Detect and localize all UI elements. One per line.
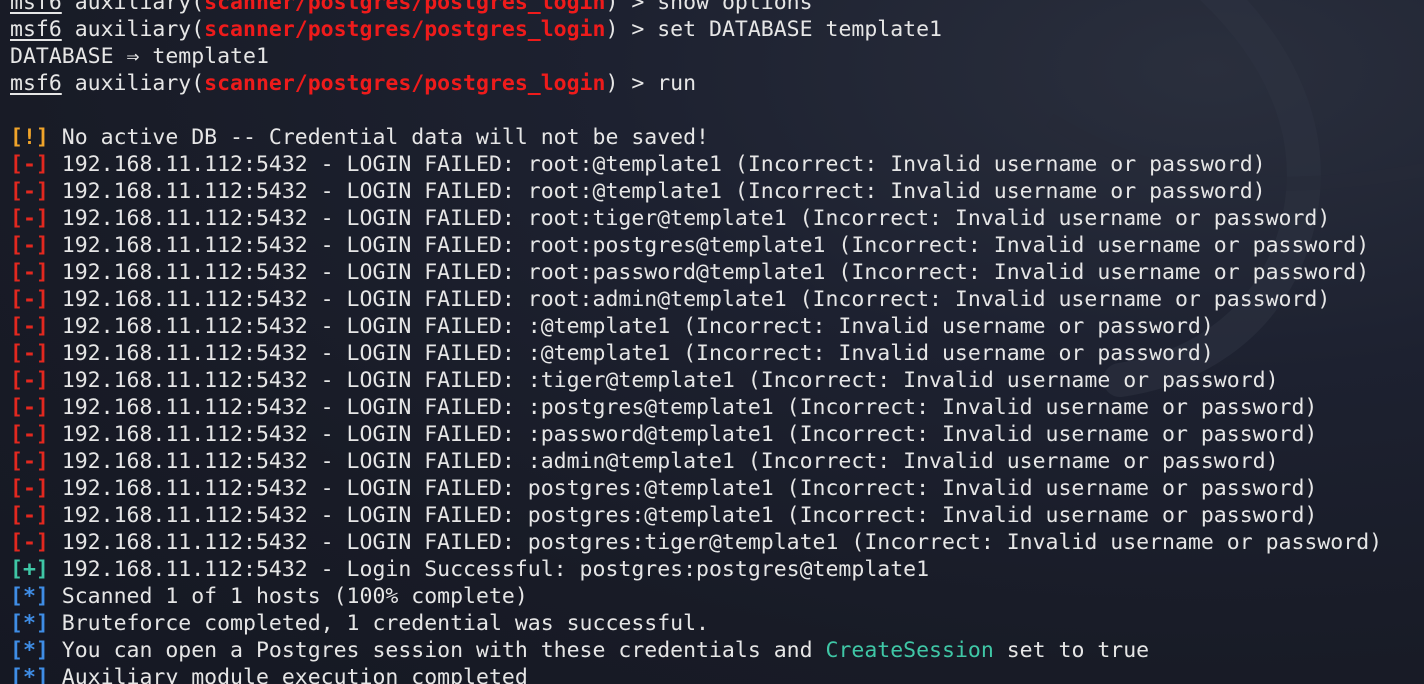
command-text: set DATABASE template1: [657, 17, 943, 42]
module-name: scanner/postgres/postgres_login: [204, 0, 606, 15]
status-line: [-] 192.168.11.112:5432 - LOGIN FAILED: …: [10, 502, 1382, 529]
prompt-line: msf6 auxiliary(scanner/postgres/postgres…: [10, 16, 1382, 43]
status-line: [-] 192.168.11.112:5432 - LOGIN FAILED: …: [10, 232, 1382, 259]
status-message: 192.168.11.112:5432 - LOGIN FAILED: :pos…: [48, 395, 1318, 420]
prompt-line: msf6 auxiliary(scanner/postgres/postgres…: [10, 0, 1382, 16]
prompt-suffix: ) >: [605, 71, 658, 96]
module-name: scanner/postgres/postgres_login: [204, 71, 606, 96]
status-tag: [-]: [10, 314, 49, 339]
status-tag: [*]: [10, 665, 49, 684]
status-message: 192.168.11.112:5432 - LOGIN FAILED: post…: [48, 476, 1318, 501]
status-message: 192.168.11.112:5432 - LOGIN FAILED: :@te…: [48, 341, 1214, 366]
status-line: [-] 192.168.11.112:5432 - LOGIN FAILED: …: [10, 340, 1382, 367]
status-tag: [-]: [10, 341, 49, 366]
status-message: Scanned 1 of 1 hosts (100% complete): [48, 584, 528, 609]
status-message: 192.168.11.112:5432 - LOGIN FAILED: root…: [48, 179, 1266, 204]
status-message: 192.168.11.112:5432 - LOGIN FAILED: :@te…: [48, 314, 1214, 339]
status-line: [*] Bruteforce completed, 1 credential w…: [10, 610, 1382, 637]
terminal-window[interactable]: msf6 auxiliary(scanner/postgres/postgres…: [0, 0, 1424, 684]
status-message: 192.168.11.112:5432 - LOGIN FAILED: :pas…: [48, 422, 1318, 447]
status-message: 192.168.11.112:5432 - LOGIN FAILED: root…: [48, 206, 1331, 231]
status-tag: [-]: [10, 260, 49, 285]
status-tag: [-]: [10, 395, 49, 420]
status-line: [-] 192.168.11.112:5432 - LOGIN FAILED: …: [10, 394, 1382, 421]
status-line: [*] You can open a Postgres session with…: [10, 637, 1382, 664]
status-message: 192.168.11.112:5432 - LOGIN FAILED: root…: [48, 287, 1331, 312]
status-message: Auxiliary module execution completed: [48, 665, 528, 684]
module-name: scanner/postgres/postgres_login: [204, 17, 606, 42]
prompt-suffix: ) >: [605, 17, 658, 42]
output-text: DATABASE ⇒ template1: [10, 44, 269, 69]
status-line: [-] 192.168.11.112:5432 - LOGIN FAILED: …: [10, 421, 1382, 448]
status-line: [*] Scanned 1 of 1 hosts (100% complete): [10, 583, 1382, 610]
status-line: [-] 192.168.11.112:5432 - LOGIN FAILED: …: [10, 205, 1382, 232]
status-line: [-] 192.168.11.112:5432 - LOGIN FAILED: …: [10, 529, 1382, 556]
status-line: [!] No active DB -- Credential data will…: [10, 124, 1382, 151]
status-message: 192.168.11.112:5432 - LOGIN FAILED: :adm…: [48, 449, 1279, 474]
prompt-prefix: auxiliary(: [61, 0, 205, 15]
status-tag: [-]: [10, 152, 49, 177]
status-line: [-] 192.168.11.112:5432 - LOGIN FAILED: …: [10, 367, 1382, 394]
command-text: show options: [657, 0, 813, 15]
prompt-label: msf6: [10, 17, 62, 42]
status-tag: [*]: [10, 611, 49, 636]
status-line: [-] 192.168.11.112:5432 - LOGIN FAILED: …: [10, 151, 1382, 178]
output-line: DATABASE ⇒ template1: [10, 43, 1382, 70]
status-message: 192.168.11.112:5432 - LOGIN FAILED: root…: [48, 233, 1370, 258]
status-message: 192.168.11.112:5432 - Login Successful: …: [48, 557, 930, 582]
prompt-prefix: auxiliary(: [61, 17, 205, 42]
status-tag: [-]: [10, 287, 49, 312]
status-tag: [-]: [10, 422, 49, 447]
prompt-label: msf6: [10, 0, 62, 15]
terminal-output[interactable]: msf6 auxiliary(scanner/postgres/postgres…: [10, 0, 1382, 684]
status-tag: [-]: [10, 530, 49, 555]
status-message: 192.168.11.112:5432 - LOGIN FAILED: post…: [48, 530, 1383, 555]
status-tag: [-]: [10, 503, 49, 528]
status-tag: [-]: [10, 476, 49, 501]
status-line: [-] 192.168.11.112:5432 - LOGIN FAILED: …: [10, 286, 1382, 313]
command-text: run: [657, 71, 697, 96]
status-tag: [-]: [10, 179, 49, 204]
status-message: 192.168.11.112:5432 - LOGIN FAILED: post…: [48, 503, 1318, 528]
status-line: [+] 192.168.11.112:5432 - Login Successf…: [10, 556, 1382, 583]
status-message: 192.168.11.112:5432 - LOGIN FAILED: root…: [48, 260, 1370, 285]
status-line: [-] 192.168.11.112:5432 - LOGIN FAILED: …: [10, 178, 1382, 205]
status-message: 192.168.11.112:5432 - LOGIN FAILED: :tig…: [48, 368, 1279, 393]
output-line: [10, 97, 1382, 124]
status-message-tail: set to true: [993, 638, 1150, 663]
status-line: [-] 192.168.11.112:5432 - LOGIN FAILED: …: [10, 475, 1382, 502]
status-tag: [*]: [10, 584, 49, 609]
status-tag: [-]: [10, 368, 49, 393]
prompt-suffix: ) >: [605, 0, 658, 15]
prompt-prefix: auxiliary(: [61, 71, 205, 96]
status-tag: [+]: [10, 557, 49, 582]
status-tag: [*]: [10, 638, 49, 663]
status-line: [-] 192.168.11.112:5432 - LOGIN FAILED: …: [10, 448, 1382, 475]
status-message: You can open a Postgres session with the…: [48, 638, 826, 663]
status-tag: [!]: [10, 125, 49, 150]
status-tag: [-]: [10, 449, 49, 474]
status-tag: [-]: [10, 233, 49, 258]
status-line: [-] 192.168.11.112:5432 - LOGIN FAILED: …: [10, 259, 1382, 286]
prompt-line: msf6 auxiliary(scanner/postgres/postgres…: [10, 70, 1382, 97]
status-tag: [-]: [10, 206, 49, 231]
status-line: [*] Auxiliary module execution completed: [10, 664, 1382, 684]
prompt-label: msf6: [10, 71, 62, 96]
status-message: 192.168.11.112:5432 - LOGIN FAILED: root…: [48, 152, 1266, 177]
status-message: No active DB -- Credential data will not…: [48, 125, 709, 150]
status-message: Bruteforce completed, 1 credential was s…: [48, 611, 709, 636]
status-line: [-] 192.168.11.112:5432 - LOGIN FAILED: …: [10, 313, 1382, 340]
highlighted-option: CreateSession: [825, 638, 994, 663]
